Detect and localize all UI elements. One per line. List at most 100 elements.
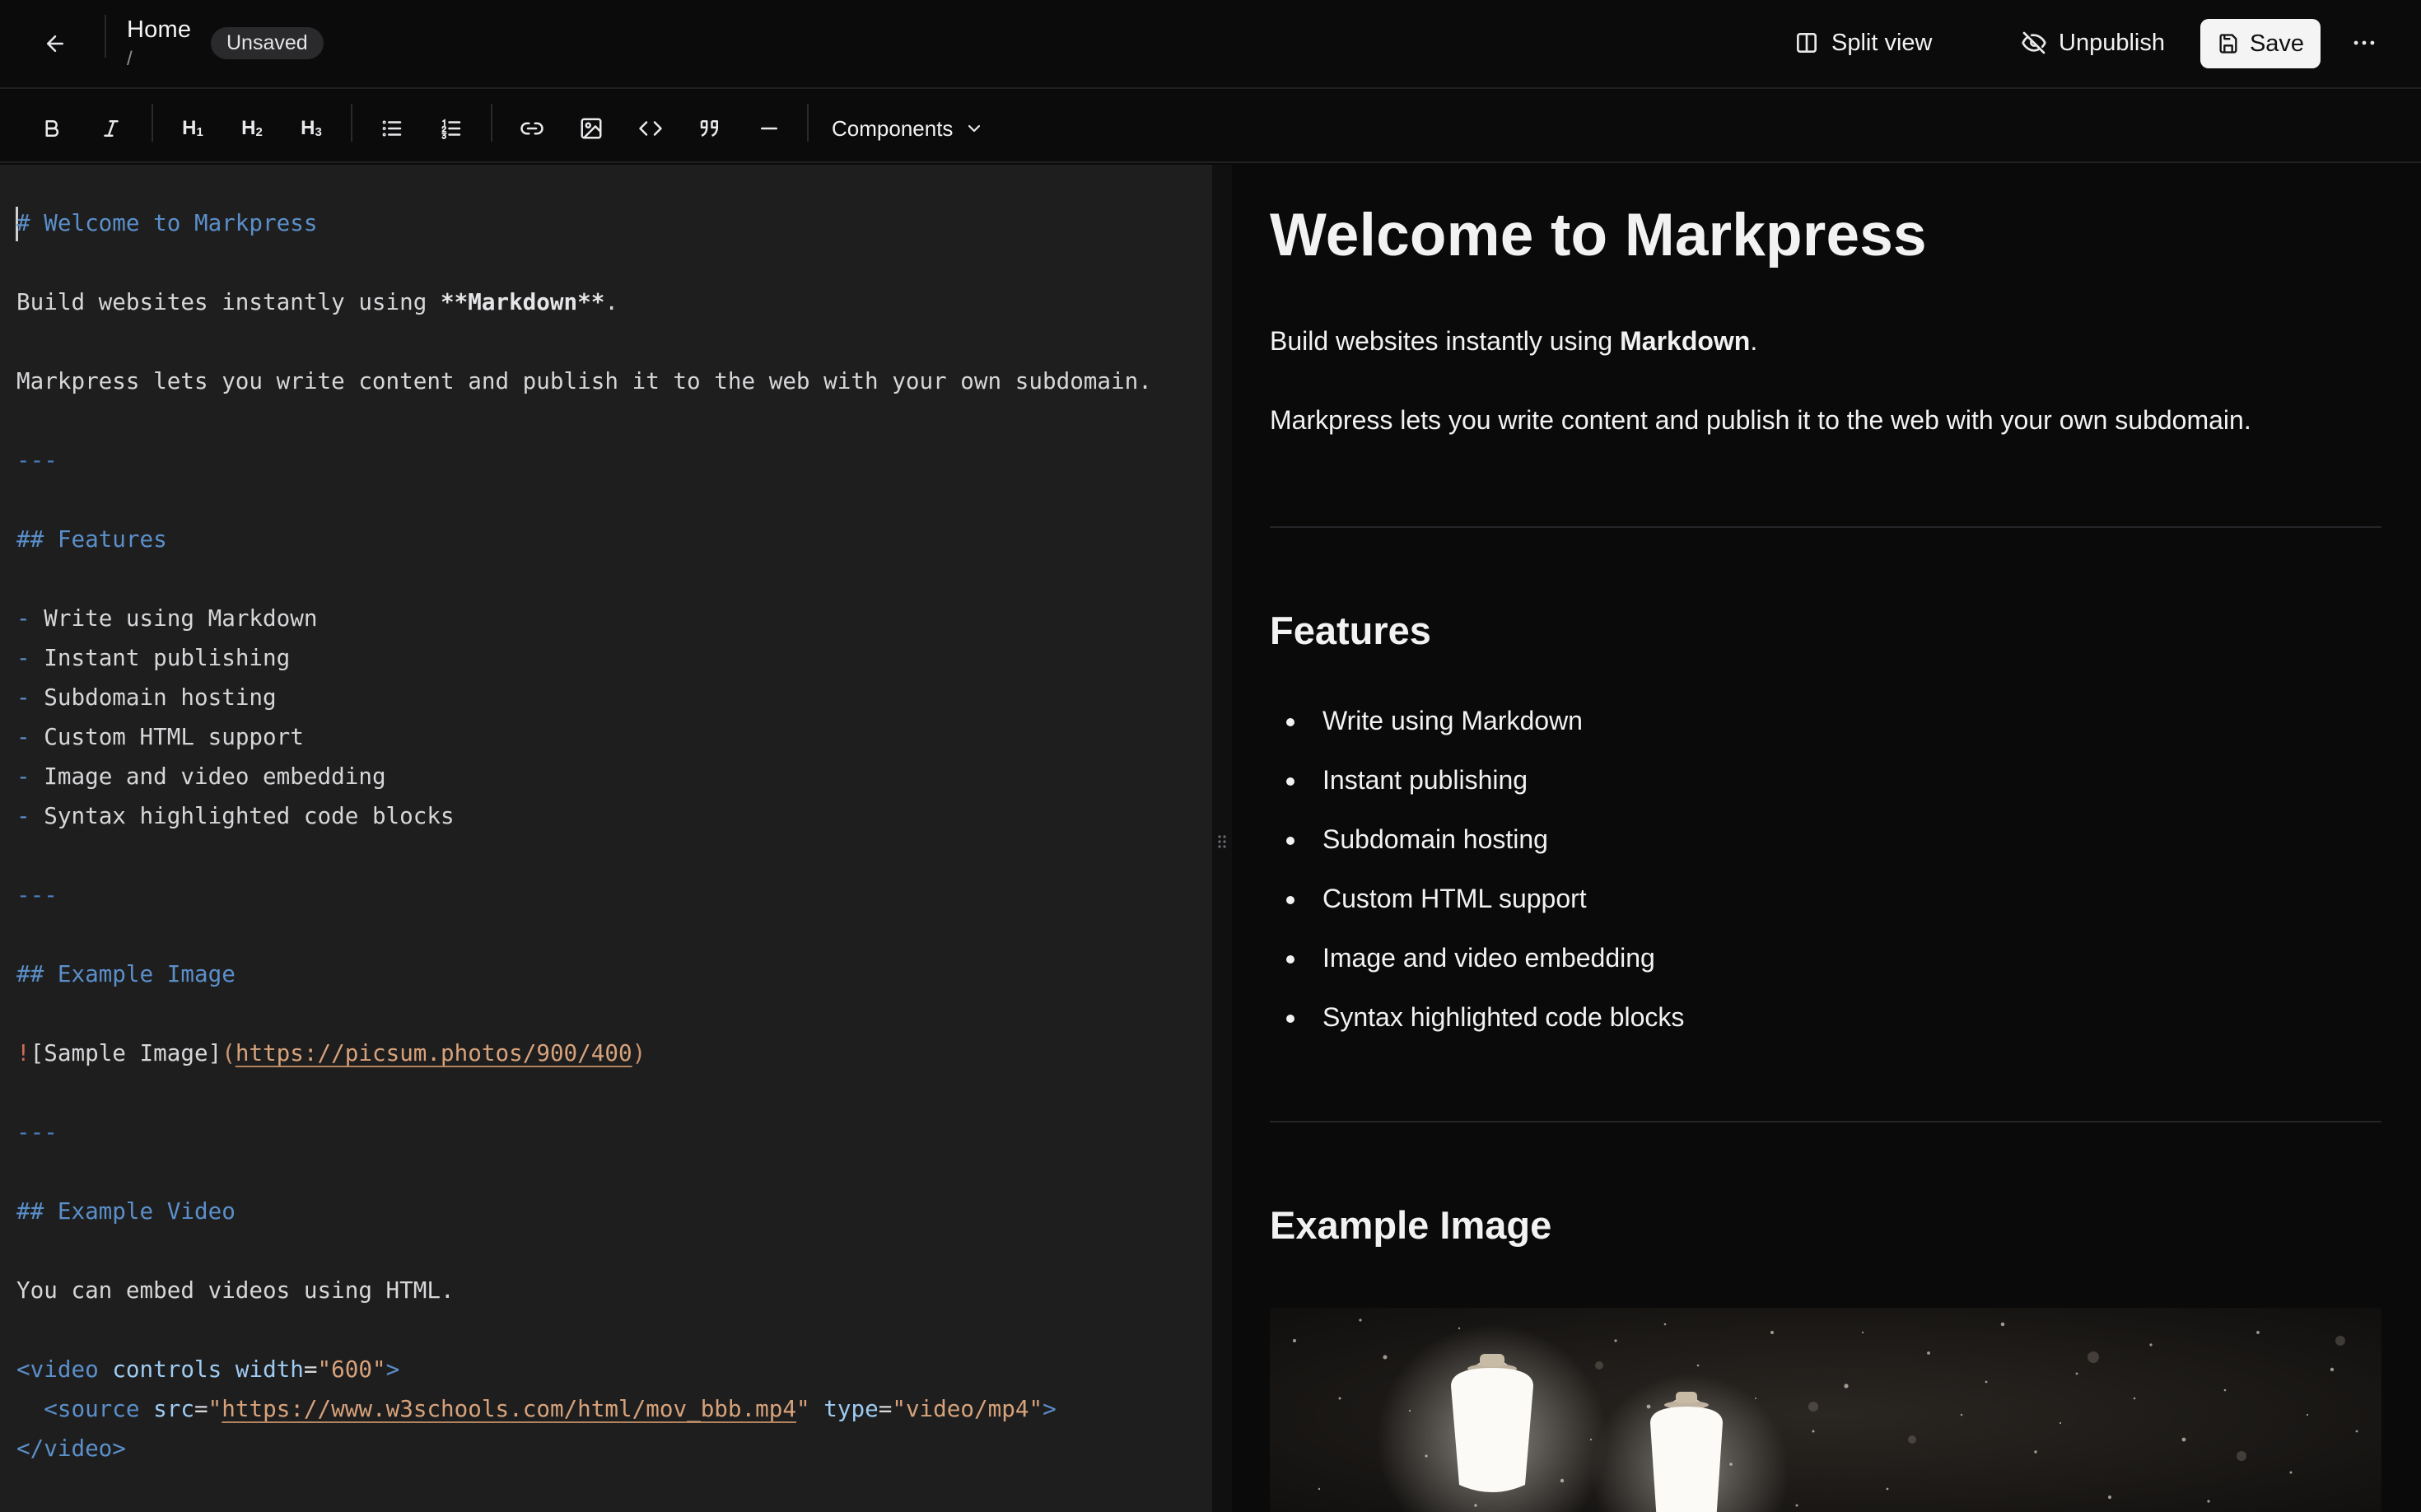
editor-line: - Write using Markdown (16, 602, 318, 635)
horizontal-rule-button[interactable] (748, 107, 791, 150)
text-token: = (878, 1395, 893, 1422)
editor-line: # Welcome to Markpress (16, 207, 317, 240)
list-marker-token: - (16, 684, 30, 711)
editor-line: Markpress lets you write content and pub… (16, 365, 1152, 398)
bold-token: **Markdown** (441, 288, 605, 315)
list-marker-token: - (16, 604, 30, 632)
quote-icon (700, 120, 718, 137)
heading-token: ## Features (16, 525, 167, 553)
list-marker-token: - (16, 763, 30, 790)
preview-heading-1: Welcome to Markpress (1270, 202, 1927, 268)
preview-pane: Welcome to Markpress Build websites inst… (1232, 165, 2421, 1512)
bullet-icon (1286, 777, 1294, 786)
bullet-icon (1286, 718, 1294, 726)
preview-heading-features: Features (1270, 609, 1431, 652)
grip-vertical-icon (1218, 835, 1226, 848)
editor-line: - Instant publishing (16, 642, 290, 674)
preview-text: . (1750, 326, 1758, 356)
editor-line: ## Features (16, 523, 167, 556)
components-dropdown[interactable]: Components (832, 107, 984, 150)
editor-line: - Syntax highlighted code blocks (16, 800, 455, 833)
preview-list-item-text: Write using Markdown (1322, 706, 1583, 735)
preview-bold-text: Markdown (1620, 326, 1751, 356)
split-view-button[interactable]: Split view (1794, 18, 1933, 68)
heading-2-icon: H2 (241, 117, 263, 139)
preview-sample-image (1270, 1308, 2381, 1512)
bullet-icon (1286, 955, 1294, 964)
italic-button[interactable] (90, 107, 133, 150)
toolbar-separator (807, 104, 809, 142)
text-token: = (303, 1356, 318, 1383)
preview-list-item-text: Image and video embedding (1322, 943, 1655, 973)
code-icon (639, 121, 662, 136)
preview-text: Build websites instantly using (1270, 326, 1621, 356)
more-horizontal-icon (2353, 40, 2375, 45)
preview-heading-example-image: Example Image (1270, 1203, 1552, 1247)
save-icon (2219, 34, 2237, 54)
heading-2-button[interactable]: H2 (231, 107, 273, 150)
page-title[interactable]: Home (127, 16, 191, 44)
link-icon (520, 122, 543, 135)
paren-token: ) (632, 1039, 646, 1066)
format-toolbar: H1 H2 H3 Components (0, 91, 2421, 163)
tag-token: </video> (16, 1435, 126, 1462)
paren-token: ( (222, 1039, 236, 1066)
image-icon (581, 118, 602, 139)
arrow-left-icon (47, 35, 63, 52)
split-view-label: Split view (1831, 29, 1933, 56)
heading-1-button[interactable]: H1 (171, 107, 214, 150)
list-marker-token: - (16, 802, 30, 829)
status-badge: Unsaved (211, 27, 324, 59)
page-title-block: Home / (127, 16, 191, 70)
hr-token: --- (16, 1118, 58, 1146)
bullet-list-button[interactable] (371, 107, 413, 150)
bullet-list-icon (382, 120, 402, 137)
preview-list-item-text: Syntax highlighted code blocks (1322, 1002, 1685, 1032)
text-token: Image and video embedding (30, 763, 386, 790)
editor-line: - Subdomain hosting (16, 681, 277, 714)
list-marker-token: - (16, 644, 30, 671)
more-options-button[interactable] (2345, 18, 2383, 68)
link-button[interactable] (511, 107, 553, 150)
code-button[interactable] (629, 107, 672, 150)
url-token: https://www.w3schools.com/html/mov_bbb.m… (222, 1395, 796, 1422)
page-path: / (127, 48, 133, 70)
preview-list-item-text: Custom HTML support (1322, 884, 1587, 913)
editor-line: <video controls width="600"> (16, 1353, 399, 1386)
toolbar-separator (152, 104, 153, 142)
list-marker-token: - (16, 723, 30, 750)
tag-token: > (1043, 1395, 1057, 1422)
text-token: Subdomain hosting (30, 684, 277, 711)
editor-line: You can embed videos using HTML. (16, 1274, 455, 1307)
heading-token: # Welcome to Markpress (16, 209, 318, 236)
preview-horizontal-rule (1270, 1121, 2381, 1122)
attr-token: src (153, 1395, 194, 1422)
editor-line: - Image and video embedding (16, 760, 386, 793)
string-token: " (796, 1395, 810, 1422)
preview-horizontal-rule (1270, 526, 2381, 528)
tag-token: <source (44, 1395, 140, 1422)
ordered-list-button[interactable] (430, 107, 473, 150)
editor-line: --- (16, 879, 58, 912)
resize-handle[interactable] (1215, 832, 1229, 852)
editor-line: - Custom HTML support (16, 721, 304, 754)
heading-3-button[interactable]: H3 (290, 107, 333, 150)
markpress-editor-app: Home / Unsaved Split view Unpublish Save (0, 0, 2421, 1512)
text-token: You can embed videos using HTML. (16, 1276, 455, 1304)
image-button[interactable] (570, 107, 613, 150)
save-button[interactable]: Save (2200, 19, 2321, 68)
markdown-editor[interactable]: # Welcome to Markpress Build websites in… (0, 165, 1212, 1512)
image-marker-token: ! (16, 1039, 30, 1066)
bold-button[interactable] (30, 107, 73, 150)
chevron-down-icon (968, 124, 981, 133)
heading-3-icon: H3 (301, 117, 322, 139)
heading-token: ## Example Image (16, 960, 236, 987)
unpublish-button[interactable]: Unpublish (2021, 18, 2165, 68)
header-divider (105, 15, 106, 58)
string-token: "video/mp4" (892, 1395, 1043, 1422)
ordered-list-icon (441, 119, 461, 139)
back-button[interactable] (33, 23, 77, 64)
attr-token: width (235, 1356, 304, 1383)
text-token: Instant publishing (30, 644, 291, 671)
quote-button[interactable] (688, 107, 731, 150)
